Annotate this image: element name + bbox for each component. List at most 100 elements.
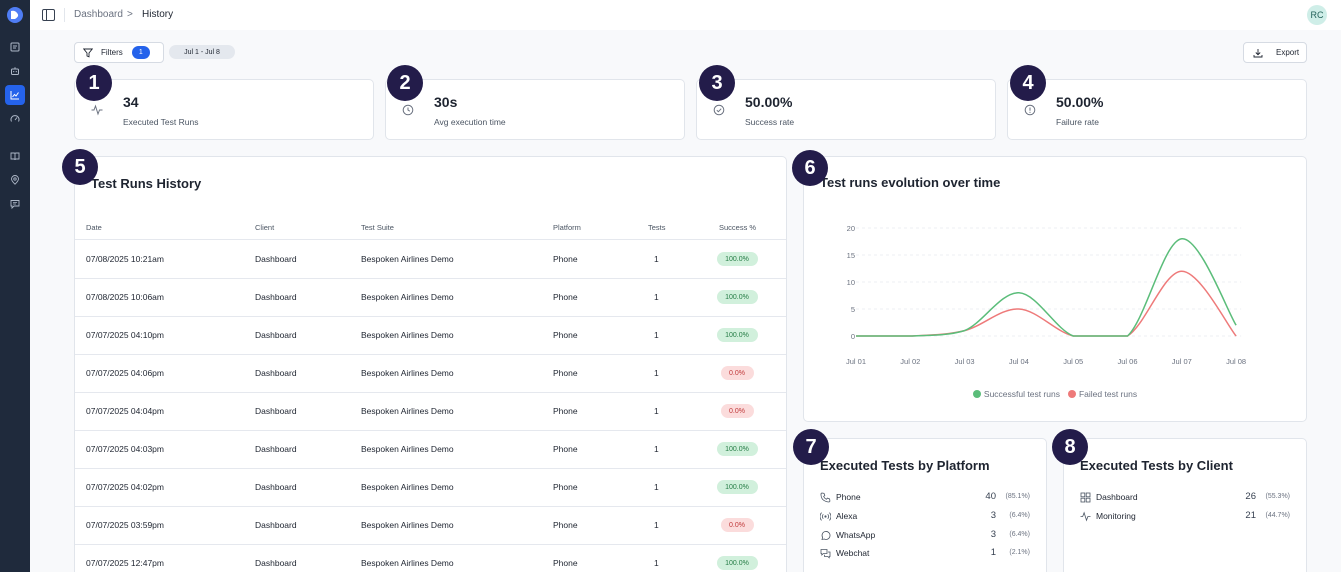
test-runs-history-card: Test Runs History Date Client Test Suite…: [74, 156, 787, 572]
legend-item-failed[interactable]: Failed test runs: [1067, 389, 1138, 399]
nav-feedback-icon[interactable]: [5, 194, 25, 214]
stat-label: Executed Test Runs: [123, 117, 199, 127]
column-header[interactable]: Test Suite: [361, 223, 394, 232]
column-header[interactable]: Client: [255, 223, 274, 232]
x-tick-label: Jul 08: [1226, 357, 1246, 366]
success-rate-badge: 0.0%: [720, 518, 754, 532]
y-tick-label: 20: [847, 224, 855, 233]
stat-card-success-rate: 50.00% Success rate: [696, 79, 996, 140]
nav-rail: [0, 0, 30, 572]
cell-client: Dashboard: [255, 558, 297, 568]
annotation-badge: 2: [387, 65, 423, 101]
chart-legend: Successful test runs Failed test runs: [804, 389, 1306, 399]
nav-bot-icon[interactable]: [5, 61, 25, 81]
cell-tests: 1: [654, 558, 659, 568]
column-header[interactable]: Success %: [719, 223, 756, 232]
y-tick-label: 15: [847, 251, 855, 260]
activity-icon: [1080, 511, 1091, 522]
y-tick-label: 10: [847, 278, 855, 287]
phone-icon: [820, 492, 831, 503]
cell-client: Dashboard: [255, 520, 297, 530]
table-row[interactable]: 07/07/2025 04:04pm Dashboard Bespoken Airl…: [75, 393, 786, 431]
column-header[interactable]: Tests: [648, 223, 666, 232]
annotation-badge: 4: [1010, 65, 1046, 101]
nav-docs-icon[interactable]: [5, 146, 25, 166]
platform-row-whatsapp: WhatsApp 3 (6.4%): [820, 528, 1030, 546]
annotation-badge: 5: [62, 149, 98, 185]
table-row[interactable]: 07/07/2025 04:03pm Dashboard Bespoken Airl…: [75, 431, 786, 469]
table-row[interactable]: 07/08/2025 10:21am Dashboard Bespoken Airl…: [75, 241, 786, 279]
cell-test-suite: Bespoken Airlines Demo: [361, 254, 454, 264]
cell-platform: Phone: [553, 482, 578, 492]
annotation-badge: 7: [793, 429, 829, 465]
breadcrumb-separator: >: [127, 9, 133, 20]
client-count: 26: [1245, 491, 1256, 502]
cell-client: Dashboard: [255, 254, 297, 264]
cell-tests: 1: [654, 292, 659, 302]
table-row[interactable]: 07/07/2025 04:06pm Dashboard Bespoken Airl…: [75, 355, 786, 393]
success-rate-badge: 100.0%: [716, 556, 758, 570]
export-button[interactable]: Export: [1243, 42, 1307, 63]
divider: [64, 8, 65, 22]
platform-percent: (6.4%): [1009, 531, 1030, 538]
user-avatar[interactable]: RC: [1307, 5, 1327, 25]
cell-platform: Phone: [553, 444, 578, 454]
platform-label: Alexa: [836, 511, 858, 521]
client-count: 21: [1245, 510, 1256, 521]
table-row[interactable]: 07/07/2025 12:47pm Dashboard Bespoken Airl…: [75, 545, 786, 572]
client-row-dashboard: Dashboard 26 (55.3%): [1080, 490, 1290, 508]
platform-percent: (2.1%): [1009, 549, 1030, 556]
client-row-monitoring: Monitoring 21 (44.7%): [1080, 509, 1290, 527]
cell-date: 07/07/2025 04:03pm: [86, 444, 164, 454]
cell-tests: 1: [654, 368, 659, 378]
date-range-chip[interactable]: Jul 1 - Jul 8: [169, 45, 235, 59]
nav-gauge-icon[interactable]: [5, 109, 25, 129]
cell-test-suite: Bespoken Airlines Demo: [361, 330, 454, 340]
app-logo-icon[interactable]: [6, 6, 24, 24]
table-row[interactable]: 07/07/2025 03:59pm Dashboard Bespoken Airl…: [75, 507, 786, 545]
card-title: Executed Tests by Client: [1080, 458, 1233, 473]
nav-location-icon[interactable]: [5, 170, 25, 190]
sidebar-toggle-icon[interactable]: [42, 9, 55, 21]
download-icon: [1253, 48, 1263, 57]
stat-label: Avg execution time: [434, 117, 506, 127]
card-title: Test Runs History: [91, 176, 202, 191]
cell-test-suite: Bespoken Airlines Demo: [361, 520, 454, 530]
stat-value: 34: [123, 94, 139, 110]
column-header[interactable]: Date: [86, 223, 102, 232]
x-tick-label: Jul 07: [1172, 357, 1192, 366]
cell-tests: 1: [654, 482, 659, 492]
legend-label: Successful test runs: [983, 389, 1060, 399]
filters-count-badge: 1: [131, 46, 150, 59]
cell-date: 07/07/2025 04:02pm: [86, 482, 164, 492]
legend-label: Failed test runs: [1078, 389, 1138, 399]
cell-platform: Phone: [553, 558, 578, 568]
cell-client: Dashboard: [255, 482, 297, 492]
table-row[interactable]: 07/07/2025 04:10pm Dashboard Bespoken Airl…: [75, 317, 786, 355]
table-row[interactable]: 07/08/2025 10:06am Dashboard Bespoken Airl…: [75, 279, 786, 317]
export-label: Export: [1276, 48, 1300, 57]
nav-history-icon[interactable]: [5, 85, 25, 105]
breadcrumb-dashboard[interactable]: Dashboard: [74, 9, 123, 20]
legend-item-successful[interactable]: Successful test runs: [972, 389, 1060, 399]
cell-date: 07/08/2025 10:06am: [86, 292, 164, 302]
table-row[interactable]: 07/07/2025 04:02pm Dashboard Bespoken Airl…: [75, 469, 786, 507]
success-rate-badge: 100.0%: [716, 480, 758, 494]
platform-label: Phone: [836, 492, 861, 502]
broadcast-icon: [820, 512, 831, 521]
client-label: Dashboard: [1096, 492, 1138, 502]
cell-tests: 1: [654, 444, 659, 454]
cell-test-suite: Bespoken Airlines Demo: [361, 368, 454, 378]
success-rate-badge: 100.0%: [716, 328, 758, 342]
top-bar: Dashboard > History RC: [30, 0, 1341, 30]
cell-date: 07/07/2025 12:47pm: [86, 558, 164, 568]
x-tick-label: Jul 01: [846, 357, 866, 366]
platform-row-phone: Phone 40 (85.1%): [820, 490, 1030, 508]
nav-test-suites-icon[interactable]: [5, 37, 25, 57]
cell-client: Dashboard: [255, 368, 297, 378]
cell-test-suite: Bespoken Airlines Demo: [361, 292, 454, 302]
column-header[interactable]: Platform: [553, 223, 581, 232]
filters-button[interactable]: Filters 1: [74, 42, 164, 63]
stat-card-executed-runs: 34 Executed Test Runs: [74, 79, 374, 140]
line-chart: 0 5 10 15 20 Jul 01 Jul 02 Jul 03 Jul 04 Jul 05 Ju…: [846, 224, 1246, 366]
